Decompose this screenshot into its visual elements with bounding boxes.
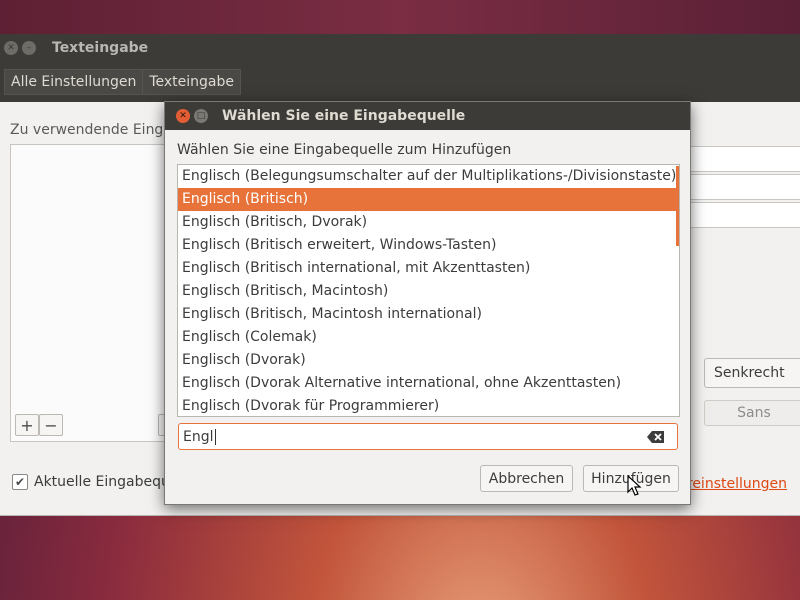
search-input[interactable]: Engl: [178, 423, 678, 450]
orientation-combo-value: Senkrecht: [714, 365, 785, 381]
list-item[interactable]: Englisch (Belegungsumschalter auf der Mu…: [178, 165, 679, 188]
list-item-selected[interactable]: Englisch (Britisch): [178, 188, 679, 211]
keyboard-settings-link[interactable]: ureinstellungen: [678, 476, 787, 492]
text-caret: [214, 428, 216, 445]
main-window-title: Texteingabe: [52, 40, 149, 56]
list-item[interactable]: Englisch (Britisch erweitert, Windows-Ta…: [178, 234, 679, 257]
font-button-label: Sans: [737, 405, 771, 421]
breadcrumb-all-settings[interactable]: Alle Einstellungen: [4, 69, 144, 95]
main-close-icon[interactable]: ✕: [4, 41, 18, 55]
list-item[interactable]: Englisch (Colemak): [178, 326, 679, 349]
backspace-clear-icon[interactable]: [647, 430, 665, 444]
cancel-button[interactable]: Abbrechen: [480, 465, 573, 492]
remove-source-button[interactable]: −: [39, 414, 63, 436]
shortcut-field-2[interactable]: [690, 174, 800, 200]
choose-input-source-dialog: ✕ □ Wählen Sie eine Eingabequelle Wählen…: [164, 101, 691, 505]
plus-icon: +: [20, 415, 34, 435]
current-source-checkbox[interactable]: ✔: [12, 474, 28, 490]
list-item[interactable]: Englisch (Dvorak für Programmierer): [178, 395, 679, 416]
minimize-icon[interactable]: □: [194, 109, 208, 123]
desktop-background: [0, 0, 800, 34]
font-button[interactable]: Sans: [704, 400, 800, 426]
add-source-button[interactable]: +: [15, 414, 39, 436]
close-icon[interactable]: ✕: [176, 109, 190, 123]
current-source-checkbox-row[interactable]: ✔ Aktuelle Eingabequ: [12, 474, 170, 490]
input-sources-label: Zu verwendende Eingab: [10, 122, 181, 138]
current-source-checkbox-label: Aktuelle Eingabequ: [34, 474, 170, 490]
list-item[interactable]: Englisch (Britisch international, mit Ak…: [178, 257, 679, 280]
mouse-pointer-icon: [627, 475, 642, 496]
list-item[interactable]: Englisch (Britisch, Dvorak): [178, 211, 679, 234]
search-input-value: Engl: [183, 428, 214, 445]
orientation-combo[interactable]: Senkrecht: [704, 358, 800, 388]
main-toolbar: Alle Einstellungen Texteingabe: [0, 62, 800, 102]
list-item[interactable]: Englisch (Dvorak): [178, 349, 679, 372]
list-item[interactable]: Englisch (Dvorak Alternative internation…: [178, 372, 679, 395]
dialog-titlebar: ✕ □ Wählen Sie eine Eingabequelle: [165, 102, 690, 130]
minus-icon: −: [44, 415, 58, 435]
cancel-button-label: Abbrechen: [488, 470, 565, 487]
shortcut-field-1[interactable]: [690, 146, 800, 172]
breadcrumb-text-entry[interactable]: Texteingabe: [143, 69, 241, 95]
main-minimize-icon[interactable]: –: [22, 41, 36, 55]
list-scrollbar[interactable]: [676, 166, 679, 246]
list-item[interactable]: Englisch (Britisch, Macintosh internatio…: [178, 303, 679, 326]
shortcut-field-3[interactable]: [690, 202, 800, 228]
input-sources-list[interactable]: [10, 144, 170, 442]
list-item[interactable]: Englisch (Britisch, Macintosh): [178, 280, 679, 303]
input-source-list[interactable]: Englisch (Belegungsumschalter auf der Mu…: [177, 164, 680, 417]
dialog-instruction: Wählen Sie eine Eingabequelle zum Hinzuf…: [177, 142, 512, 158]
dialog-title: Wählen Sie eine Eingabequelle: [222, 108, 466, 124]
main-titlebar: ✕ – Texteingabe: [0, 34, 800, 62]
